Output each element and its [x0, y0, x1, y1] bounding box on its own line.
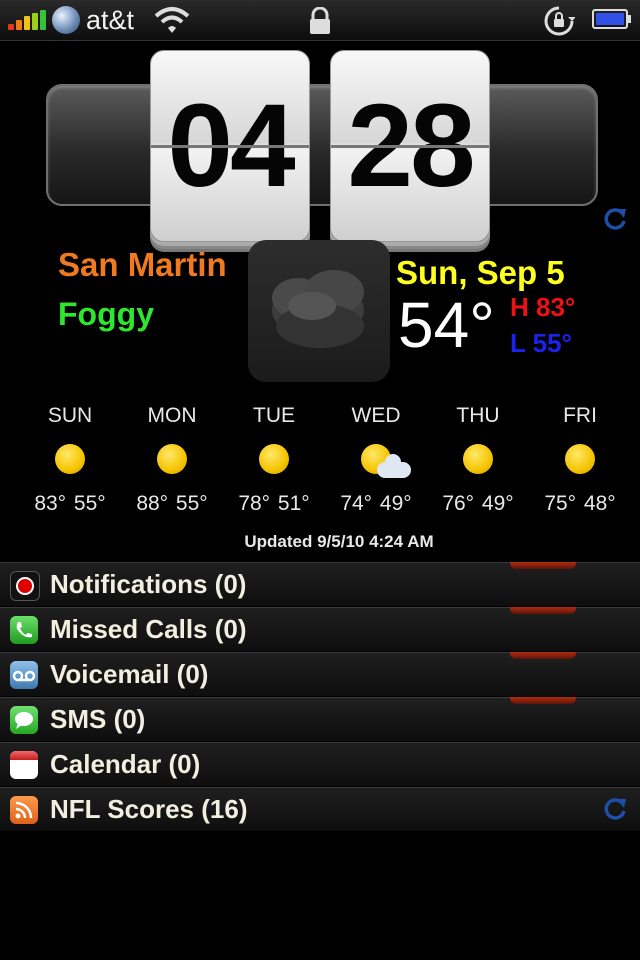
carrier-name: at&t [86, 5, 135, 35]
forecast-temps: 75° 48° [544, 492, 616, 515]
forecast-temps: 74° 49° [340, 492, 412, 515]
row-handle [510, 562, 576, 569]
row-handle [510, 607, 576, 614]
wifi-icon [154, 7, 190, 33]
sun-icon [259, 444, 289, 474]
low-temperature: L 55° [510, 328, 572, 358]
clock-background [46, 84, 598, 206]
forecast-day: WED 74° 49° [321, 404, 431, 516]
sms-icon [10, 706, 38, 734]
list-item-label: SMS (0) [50, 704, 146, 734]
row-handle [510, 697, 576, 704]
list-item-missed-calls[interactable]: Missed Calls (0) [0, 607, 640, 652]
orientation-lock-icon [544, 6, 575, 36]
voicemail-icon [10, 661, 38, 689]
fog-cloud-icon [248, 240, 390, 382]
forecast-day-name: SUN [47, 404, 93, 427]
sun-icon [463, 444, 493, 474]
calendar-icon [10, 751, 38, 779]
rss-icon [10, 796, 38, 824]
clock-minutes: 28 [330, 50, 490, 242]
sun-icon [157, 444, 187, 474]
forecast-temps: 76° 49° [442, 492, 514, 515]
nfl-refresh-icon[interactable] [602, 796, 628, 822]
forecast-day-name: WED [351, 404, 401, 427]
status-bar: at&t [0, 0, 640, 41]
carrier-globe-icon [52, 6, 80, 34]
sun-icon [55, 444, 85, 474]
weather-condition: Foggy [58, 296, 154, 332]
notification-icon [10, 571, 40, 601]
list-item-nfl-scores[interactable]: NFL Scores (16) [0, 787, 640, 832]
list-item-label: NFL Scores (16) [50, 794, 248, 824]
battery-icon [592, 9, 631, 29]
last-updated: Updated 9/5/10 4:24 AM [244, 532, 434, 551]
clock-hours: 04 [150, 50, 310, 242]
current-date: Sun, Sep 5 [396, 254, 565, 291]
high-temperature: H 83° [510, 292, 576, 322]
cloud-icon [377, 454, 411, 478]
forecast-day: SUN 83° 55° [15, 404, 125, 516]
lock-icon [310, 7, 330, 34]
list-item-sms[interactable]: SMS (0) [0, 697, 640, 742]
list-item-voicemail[interactable]: Voicemail (0) [0, 652, 640, 697]
notification-list: Notifications (0) Missed Calls (0) Voice… [0, 562, 640, 832]
forecast-temps: 88° 55° [136, 492, 208, 515]
list-item-calendar[interactable]: Calendar (0) [0, 742, 640, 787]
forecast-day-name: FRI [563, 404, 597, 427]
list-item-label: Calendar (0) [50, 749, 201, 779]
forecast-day-name: THU [456, 404, 500, 427]
forecast-day-name: MON [147, 404, 197, 427]
row-handle [510, 652, 576, 659]
forecast-day: FRI 75° 48° [525, 404, 635, 516]
sun-icon [565, 444, 595, 474]
forecast-day: MON 88° 55° [117, 404, 227, 516]
list-item-label: Notifications (0) [50, 569, 247, 599]
forecast-day-name: TUE [253, 404, 295, 427]
current-temperature: 54° [398, 289, 495, 361]
phone-icon [10, 616, 38, 644]
signal-strength-icon [8, 10, 48, 30]
forecast-temps: 78° 51° [238, 492, 310, 515]
list-item-label: Voicemail (0) [50, 659, 209, 689]
forecast-day: TUE 78° 51° [219, 404, 329, 516]
forecast: SUN 83° 55° MON 88° 55° TUE 78° 51° WED … [0, 404, 640, 524]
forecast-day: THU 76° 49° [423, 404, 533, 516]
list-item-label: Missed Calls (0) [50, 614, 247, 644]
city-name: San Martin [58, 246, 227, 283]
forecast-temps: 83° 55° [34, 492, 106, 515]
list-item-notifications[interactable]: Notifications (0) [0, 562, 640, 607]
weather-refresh-icon[interactable] [602, 206, 628, 232]
